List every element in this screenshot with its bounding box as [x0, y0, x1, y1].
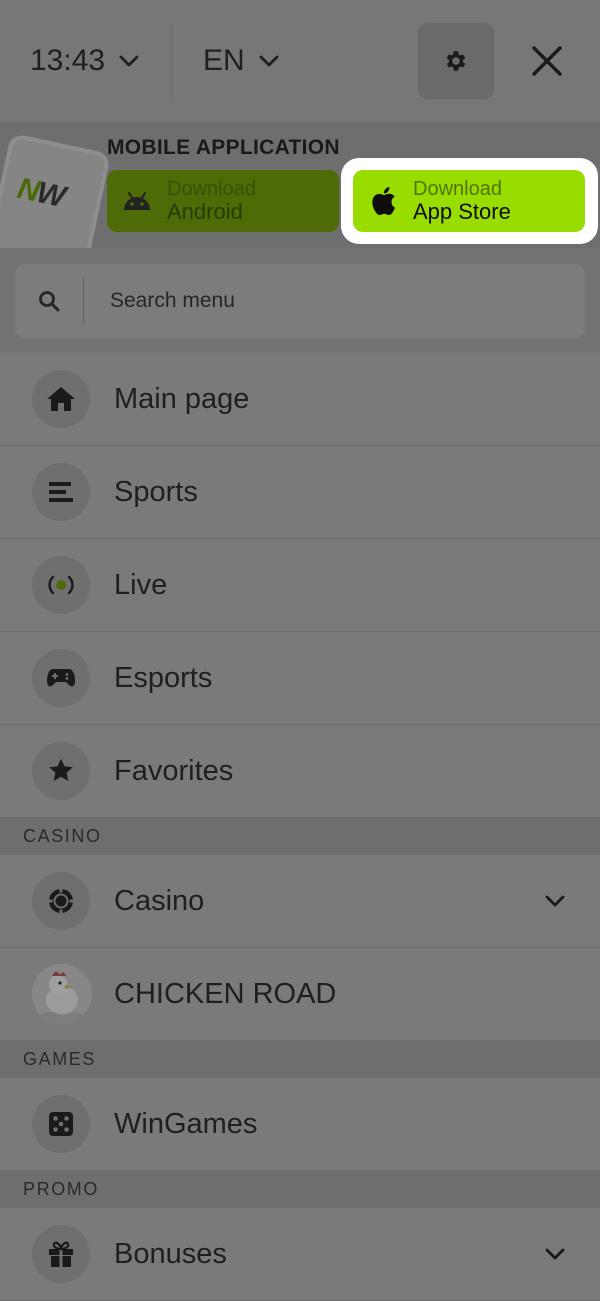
menu-item-sports[interactable]: Sports: [0, 446, 600, 539]
search-section: [0, 248, 600, 353]
chevron-down-icon: [259, 55, 279, 67]
menu-item-label: Bonuses: [114, 1237, 227, 1270]
ios-download-label: Download: [413, 177, 502, 200]
menu-item-chicken-road[interactable]: CHICKEN ROAD: [0, 948, 600, 1041]
android-store-label: Android: [167, 198, 243, 224]
close-icon: [532, 46, 562, 76]
section-header-casino: CASINO: [0, 818, 600, 855]
gamepad-icon: [47, 669, 75, 687]
settings-button[interactable]: [418, 23, 494, 99]
chicken-road-image: [32, 964, 92, 1024]
menu-item-bonuses[interactable]: Bonuses: [0, 1208, 600, 1301]
banner-title: MOBILE APPLICATION: [107, 136, 340, 159]
apple-icon: [372, 187, 395, 216]
home-icon: [47, 387, 75, 411]
header-divider: [171, 24, 172, 100]
time-value: 13:43: [30, 44, 106, 77]
menu-item-label: Main page: [114, 382, 250, 415]
download-android-button[interactable]: Download Android: [107, 170, 339, 232]
menu-item-label: Live: [114, 568, 168, 601]
menu-item-favorites[interactable]: Favorites: [0, 725, 600, 818]
menu-item-casino[interactable]: Casino: [0, 855, 600, 948]
menu-item-label: Sports: [114, 475, 198, 508]
expand-button[interactable]: [544, 894, 566, 908]
chevron-down-icon: [545, 1248, 565, 1260]
search-icon: [39, 291, 60, 312]
menu-item-label: Esports: [114, 661, 213, 694]
menu-item-label: Favorites: [114, 754, 234, 787]
menu-item-label: WinGames: [114, 1107, 258, 1140]
side-menu: Main page Sports Live Esports Favorites …: [0, 353, 600, 1301]
ios-store-label: App Store: [413, 198, 511, 224]
star-icon: [49, 758, 73, 781]
download-app-store-button[interactable]: Download App Store: [353, 170, 585, 232]
language-value: EN: [203, 44, 245, 77]
live-icon: [48, 575, 74, 595]
menu-item-wingames[interactable]: WinGames: [0, 1078, 600, 1171]
gift-icon: [49, 1241, 73, 1267]
list-icon: [49, 482, 73, 502]
search-divider: [83, 278, 84, 324]
search-box[interactable]: [15, 264, 585, 338]
android-download-label: Download: [167, 177, 256, 200]
chip-icon: [48, 888, 74, 914]
top-bar: 13:43 EN: [0, 0, 600, 122]
menu-item-label: CHICKEN ROAD: [114, 977, 337, 1010]
menu-item-esports[interactable]: Esports: [0, 632, 600, 725]
gear-icon: [446, 51, 466, 71]
menu-item-live[interactable]: Live: [0, 539, 600, 632]
close-button[interactable]: [526, 40, 568, 82]
dice-icon: [49, 1112, 73, 1136]
language-selector[interactable]: EN: [203, 40, 279, 82]
chevron-down-icon: [119, 55, 139, 67]
section-header-promo: PROMO: [0, 1171, 600, 1208]
android-icon: [124, 192, 150, 210]
expand-button[interactable]: [544, 1247, 566, 1261]
search-input[interactable]: [108, 288, 512, 314]
menu-item-label: Casino: [114, 884, 205, 917]
time-selector[interactable]: 13:43: [30, 40, 139, 82]
brand-logo: NW: [14, 171, 67, 214]
phone-illustration: NW: [0, 132, 112, 248]
section-header-games: GAMES: [0, 1041, 600, 1078]
menu-item-main-page[interactable]: Main page: [0, 353, 600, 446]
mobile-app-banner: NW MOBILE APPLICATION Download Android D…: [0, 122, 600, 248]
chevron-down-icon: [545, 895, 565, 907]
